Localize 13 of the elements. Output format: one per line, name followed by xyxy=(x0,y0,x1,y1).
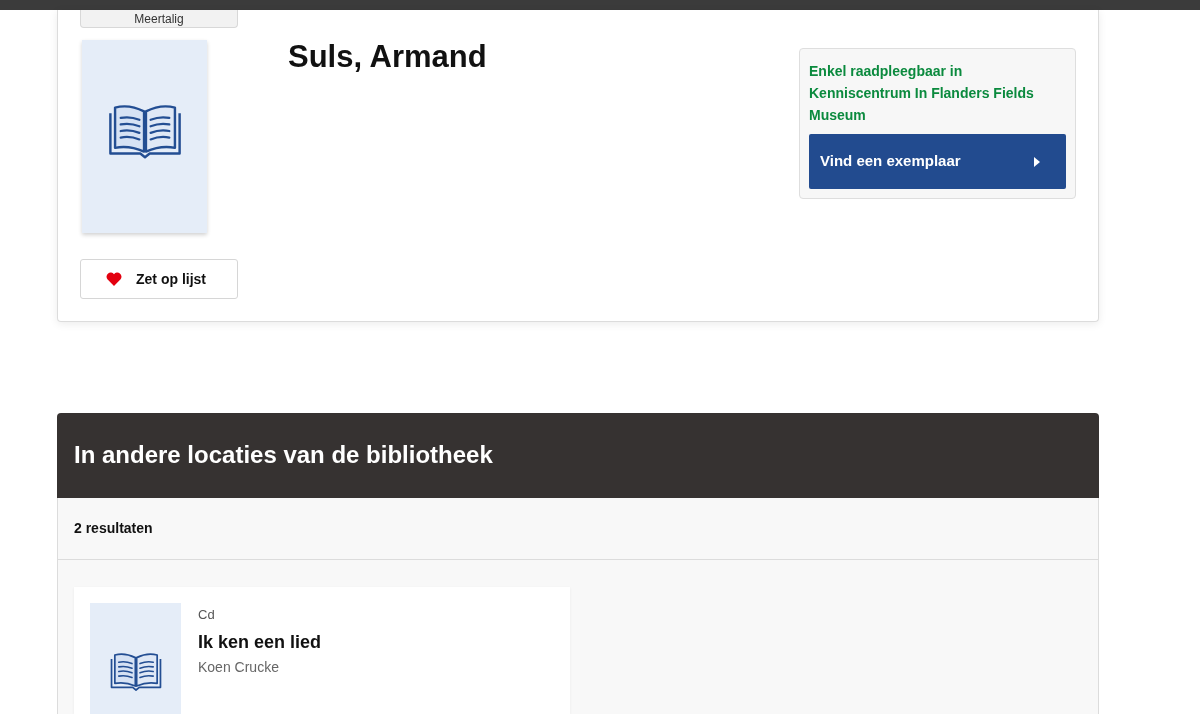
record-title: Suls, Armand xyxy=(288,38,488,76)
save-to-list-button[interactable]: Zet op lijst xyxy=(80,259,238,299)
result-author: Koen Crucke xyxy=(198,658,280,676)
heart-icon xyxy=(106,272,122,286)
results-count: 2 resultaten xyxy=(74,519,153,538)
result-title[interactable]: Ik ken een lied xyxy=(198,630,322,654)
book-icon xyxy=(108,651,163,692)
find-copy-button[interactable]: Vind een exemplaar xyxy=(809,134,1066,189)
section-title: In andere locaties van de bibliotheek xyxy=(74,441,493,470)
availability-message: Enkel raadpleegbaar in Kenniscentrum In Flanders Fields Museum xyxy=(809,62,1035,125)
caret-icon xyxy=(1034,156,1040,167)
language-button[interactable]: Meertalig xyxy=(80,10,238,28)
result-type: Cd xyxy=(198,606,216,624)
